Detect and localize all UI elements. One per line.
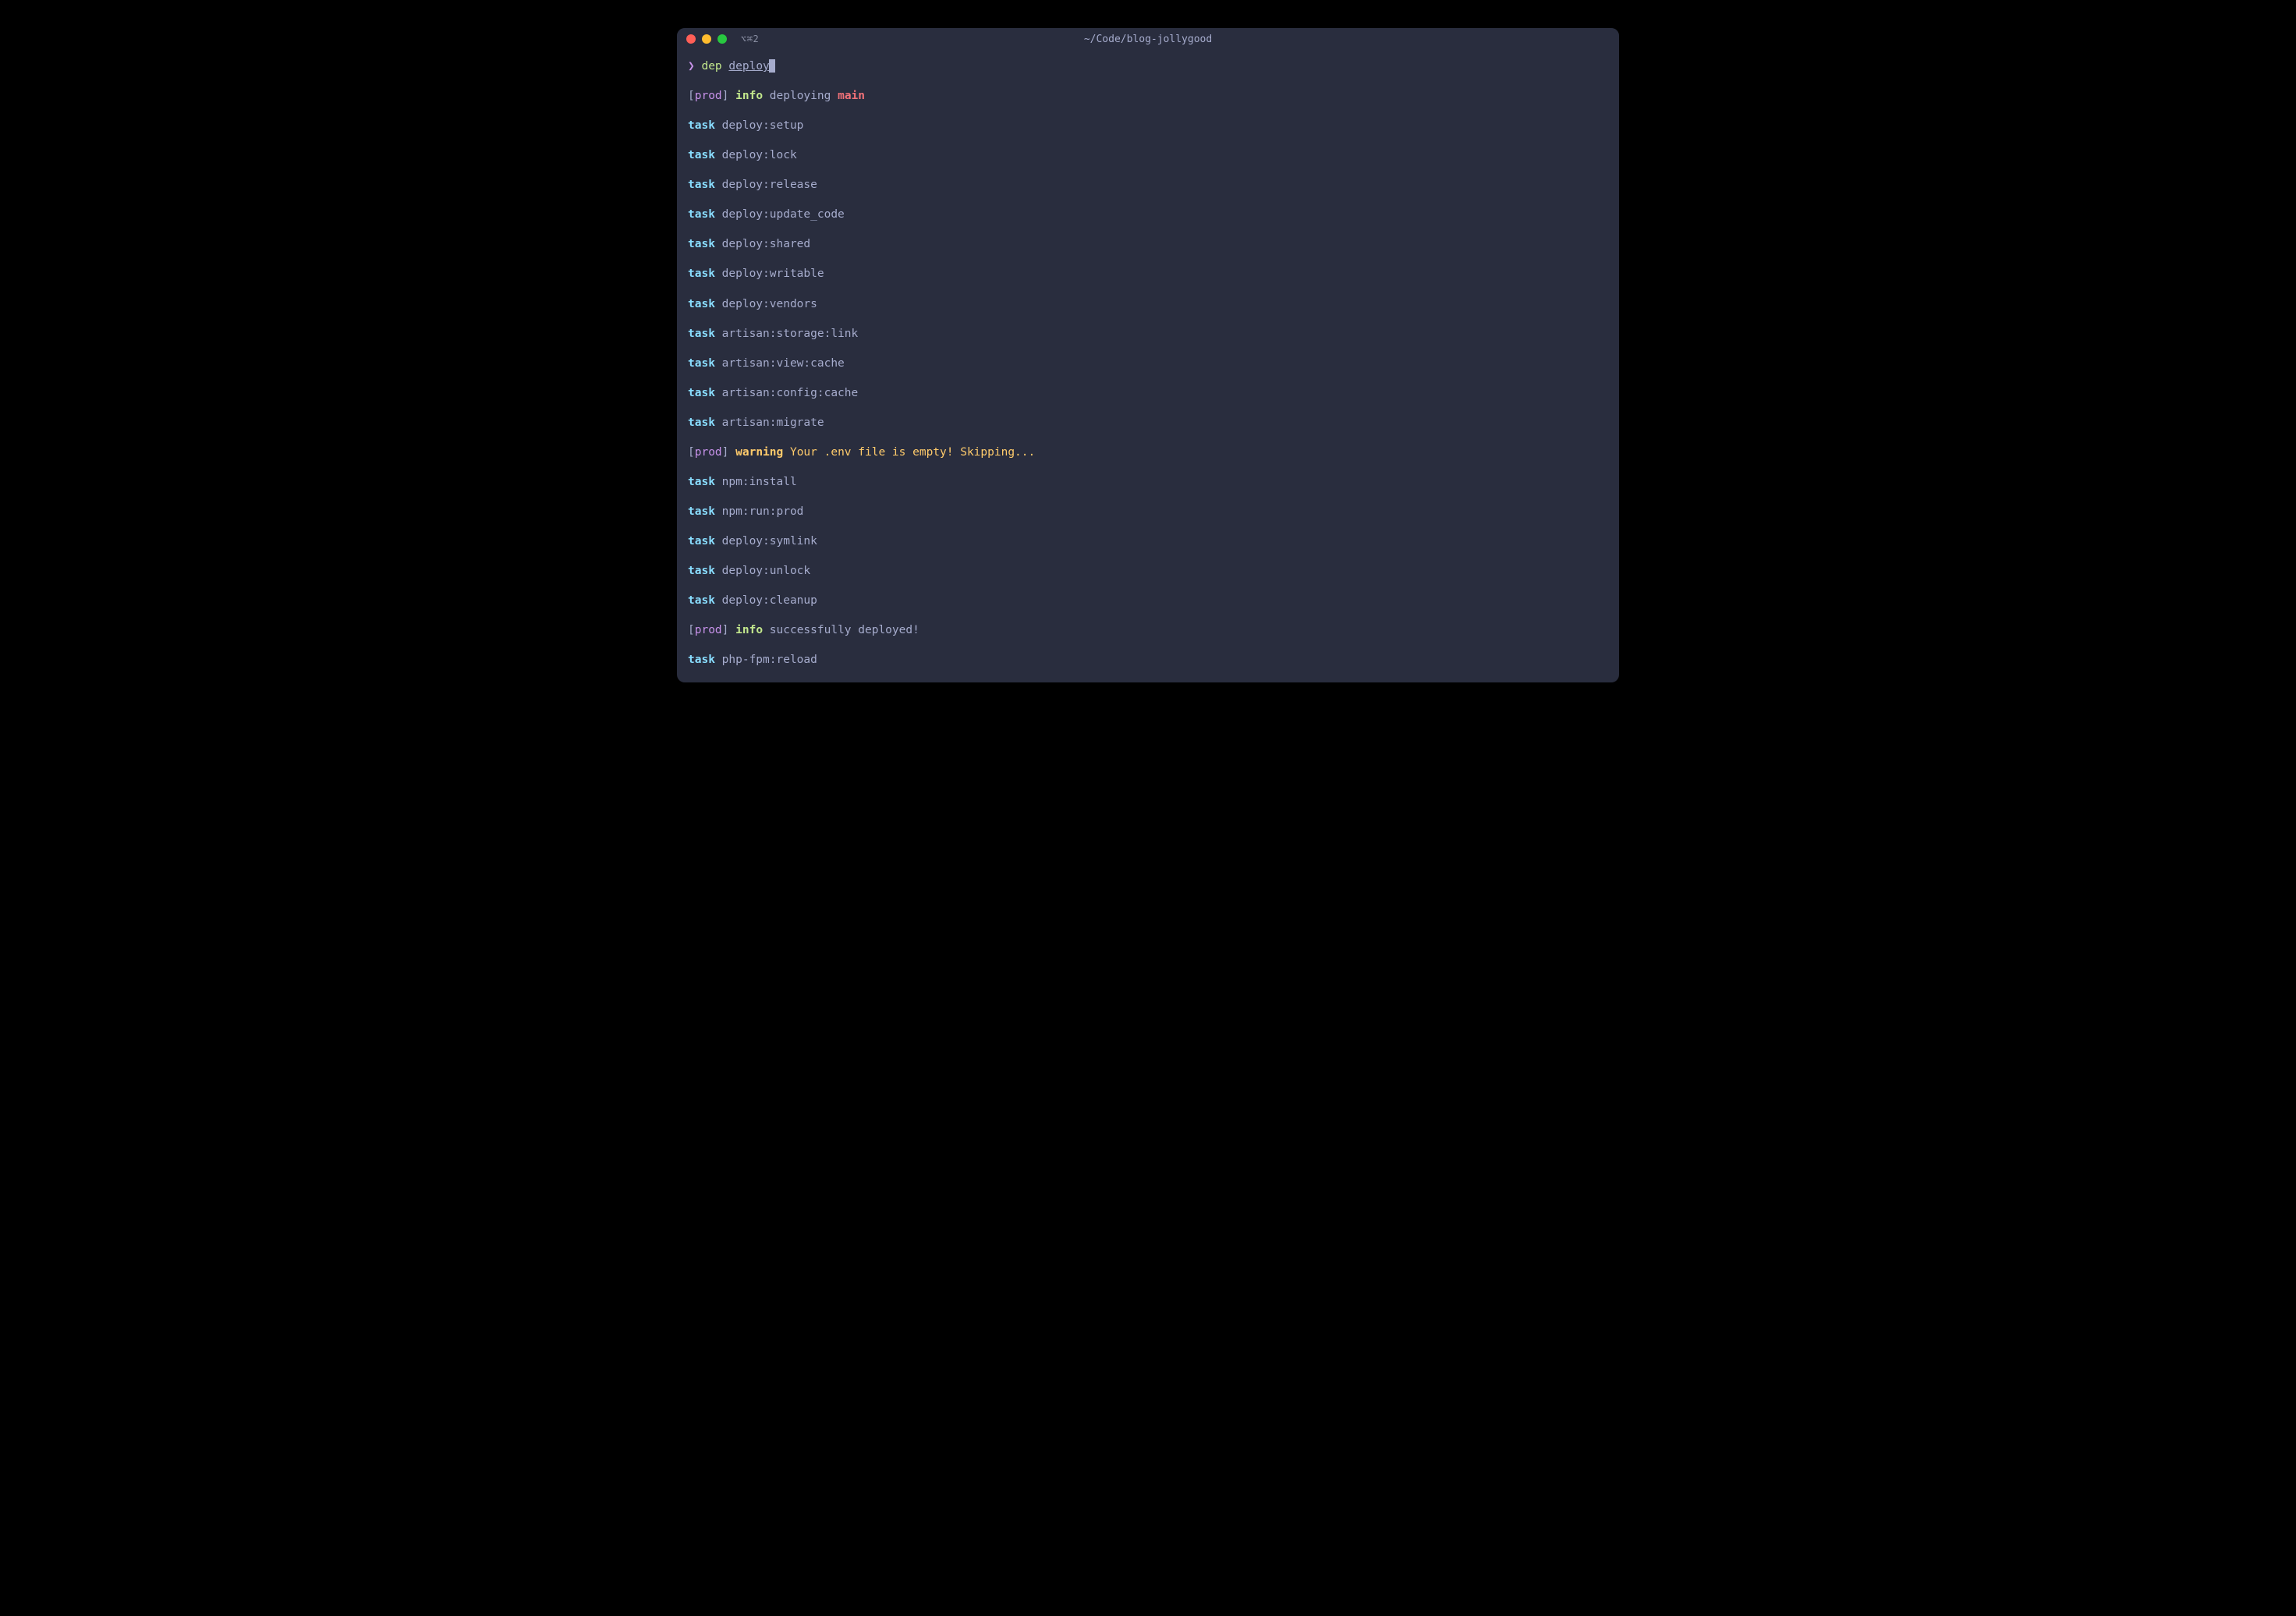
task-name: deploy:setup [722, 119, 804, 132]
output-line: task deploy:shared [688, 237, 1608, 253]
host-label: prod [695, 446, 722, 459]
level-label: info [735, 624, 763, 636]
task-name: deploy:shared [722, 238, 811, 250]
prompt-line: ❯ dep deploy [688, 59, 1608, 75]
output-line: task artisan:view:cache [688, 356, 1608, 372]
task-name: deploy:symlink [722, 535, 817, 548]
level-label: warning [735, 446, 783, 459]
task-keyword: task [688, 208, 715, 221]
output-line: task deploy:cleanup [688, 594, 1608, 609]
task-name: artisan:storage:link [722, 328, 859, 340]
task-name: npm:run:prod [722, 505, 804, 518]
output-line: task artisan:storage:link [688, 327, 1608, 342]
task-name: artisan:view:cache [722, 357, 845, 370]
zoom-icon[interactable] [718, 34, 727, 44]
traffic-lights [686, 34, 727, 44]
task-keyword: task [688, 357, 715, 370]
output-line: task artisan:config:cache [688, 386, 1608, 402]
output-line: task deploy:unlock [688, 564, 1608, 579]
task-keyword: task [688, 594, 715, 607]
task-name: deploy:unlock [722, 565, 811, 577]
bracket: ] [722, 624, 729, 636]
output-line: task php-fpm:reload [688, 653, 1608, 668]
task-keyword: task [688, 298, 715, 310]
task-keyword: task [688, 416, 715, 429]
task-keyword: task [688, 149, 715, 161]
output-line: task deploy:setup [688, 119, 1608, 134]
task-name: deploy:writable [722, 268, 824, 280]
task-keyword: task [688, 535, 715, 548]
task-keyword: task [688, 476, 715, 488]
task-name: deploy:update_code [722, 208, 845, 221]
terminal-output: [prod] info deploying maintask deploy:se… [688, 89, 1608, 668]
task-name: deploy:lock [722, 149, 797, 161]
message-text: successfully deployed! [770, 624, 919, 636]
message-text: deploying [770, 90, 831, 102]
branch-label: main [838, 90, 865, 102]
task-name: deploy:cleanup [722, 594, 817, 607]
minimize-icon[interactable] [702, 34, 711, 44]
task-name: deploy:release [722, 179, 817, 191]
task-keyword: task [688, 565, 715, 577]
output-line: task deploy:lock [688, 148, 1608, 164]
window-title: ~/Code/blog-jollygood [1084, 34, 1212, 45]
task-name: artisan:migrate [722, 416, 824, 429]
prompt-caret: ❯ [688, 60, 695, 73]
output-line: task deploy:symlink [688, 534, 1608, 550]
tab-indicator: ⌥⌘2 [741, 34, 759, 44]
task-name: php-fpm:reload [722, 654, 817, 666]
task-keyword: task [688, 238, 715, 250]
cursor-icon [769, 59, 775, 73]
terminal-window: ⌥⌘2 ~/Code/blog-jollygood ❯ dep deploy [… [677, 28, 1619, 682]
command: dep [701, 60, 721, 73]
output-line: task deploy:vendors [688, 297, 1608, 313]
output-line: task npm:install [688, 475, 1608, 491]
bracket: [ [688, 90, 695, 102]
task-keyword: task [688, 268, 715, 280]
bracket: ] [722, 90, 729, 102]
task-keyword: task [688, 505, 715, 518]
close-icon[interactable] [686, 34, 696, 44]
bracket: [ [688, 624, 695, 636]
host-label: prod [695, 90, 722, 102]
task-keyword: task [688, 119, 715, 132]
output-line: [prod] warning Your .env file is empty! … [688, 445, 1608, 461]
task-keyword: task [688, 654, 715, 666]
terminal-body[interactable]: ❯ dep deploy [prod] info deploying maint… [677, 50, 1619, 682]
task-keyword: task [688, 328, 715, 340]
level-label: info [735, 90, 763, 102]
output-line: task deploy:release [688, 178, 1608, 193]
message-text: Your .env file is empty! Skipping... [790, 446, 1035, 459]
output-line: [prod] info deploying main [688, 89, 1608, 105]
host-label: prod [695, 624, 722, 636]
output-line: [prod] info successfully deployed! [688, 623, 1608, 639]
output-line: task artisan:migrate [688, 416, 1608, 431]
command-arg: deploy [728, 60, 769, 73]
bracket: [ [688, 446, 695, 459]
task-name: deploy:vendors [722, 298, 817, 310]
task-keyword: task [688, 179, 715, 191]
task-name: artisan:config:cache [722, 387, 859, 399]
output-line: task npm:run:prod [688, 505, 1608, 520]
output-line: task deploy:writable [688, 267, 1608, 282]
task-name: npm:install [722, 476, 797, 488]
output-line: task deploy:update_code [688, 207, 1608, 223]
titlebar: ⌥⌘2 ~/Code/blog-jollygood [677, 28, 1619, 50]
bracket: ] [722, 446, 729, 459]
task-keyword: task [688, 387, 715, 399]
